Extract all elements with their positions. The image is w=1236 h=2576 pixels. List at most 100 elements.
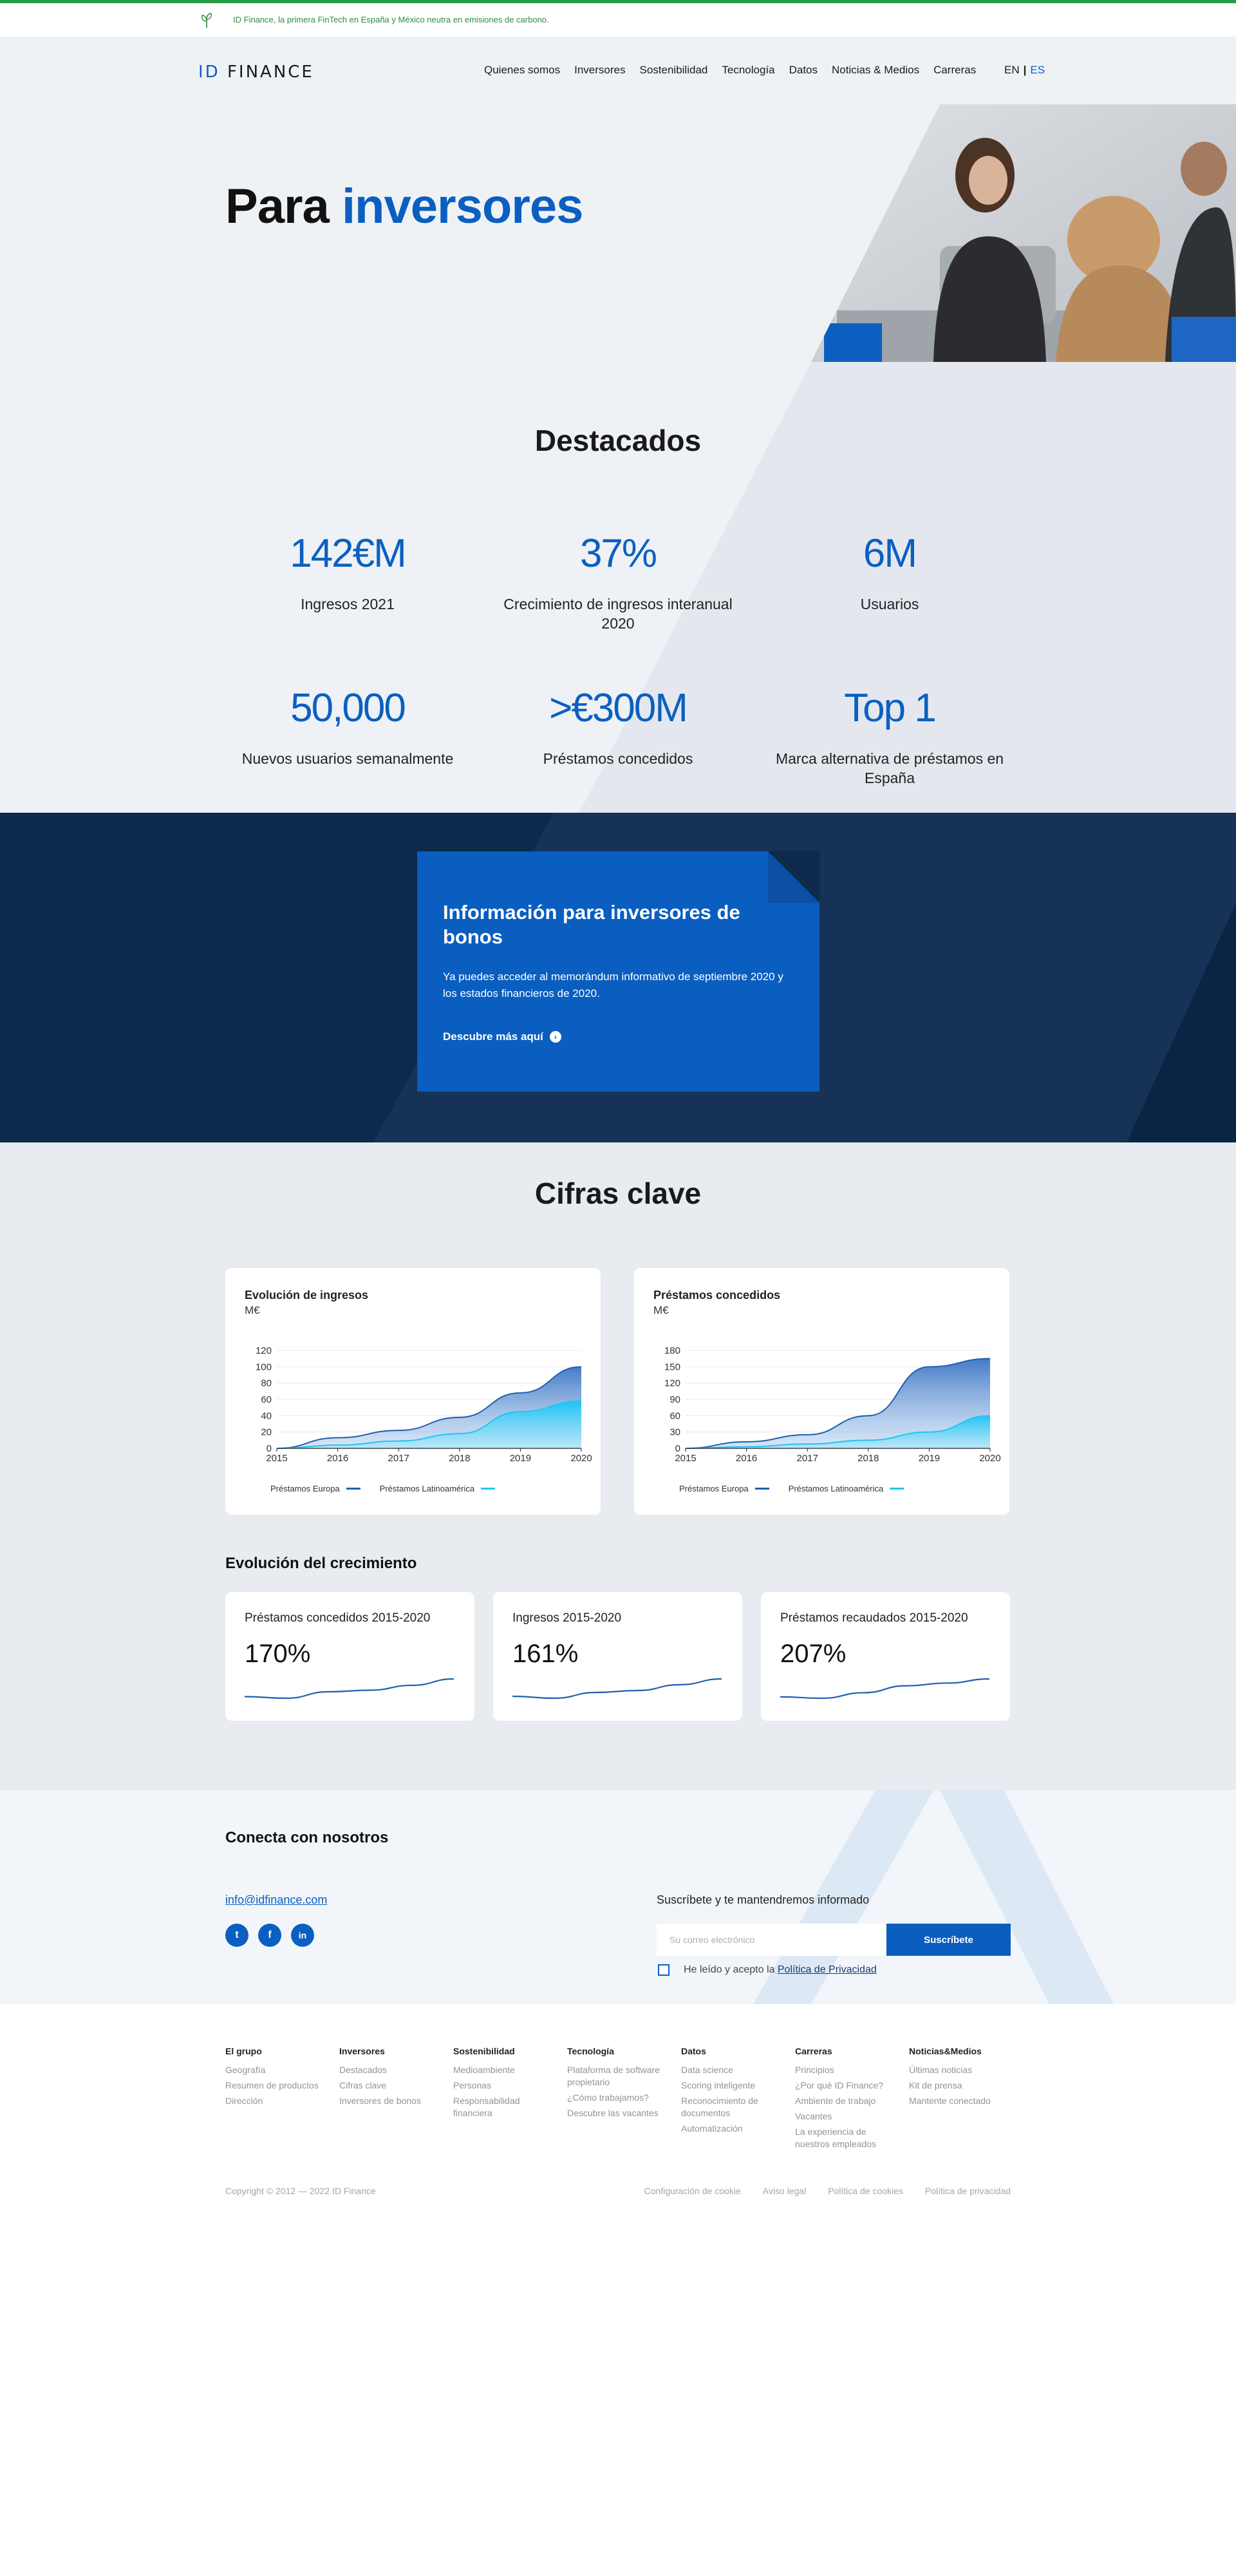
footer-link[interactable]: Principios: [795, 2064, 898, 2076]
facebook-icon[interactable]: f: [258, 1924, 281, 1947]
footer-column-heading[interactable]: Tecnología: [567, 2046, 670, 2056]
lang-es[interactable]: ES: [1030, 64, 1045, 76]
x-tick-label: 2020: [570, 1453, 592, 1464]
x-tick-label: 2018: [857, 1453, 879, 1464]
footer-link[interactable]: Personas: [453, 2079, 556, 2092]
y-tick-label: 120: [664, 1378, 680, 1389]
legal-notice-link[interactable]: Aviso legal: [763, 2186, 806, 2196]
footer-link[interactable]: Reconocimiento de documentos: [681, 2095, 784, 2119]
contact-email-link[interactable]: info@idfinance.com: [225, 1893, 327, 1907]
cookie-policy-link[interactable]: Política de cookies: [828, 2186, 903, 2196]
lang-separator: |: [1023, 64, 1027, 76]
footer-column-heading[interactable]: Inversores: [339, 2046, 442, 2056]
x-tick-label: 2015: [675, 1453, 696, 1464]
stat-label: Ingresos 2021: [301, 596, 395, 612]
stat-label: Usuarios: [860, 596, 919, 612]
footer-column: El grupo Geografía Resumen de productos Dir…: [225, 2046, 328, 2110]
footer-link[interactable]: Ambiente de trabajo: [795, 2095, 898, 2107]
footer-link[interactable]: ¿Cómo trabajamos?: [567, 2092, 670, 2104]
footer-column: Noticias&Medios Últimas noticias Kit de pr…: [909, 2046, 1012, 2110]
footer-column-heading[interactable]: Carreras: [795, 2046, 898, 2056]
stat-weekly-users: 50,000 Nuevos usuarios semanalmente: [222, 685, 473, 768]
nav-sostenibilidad[interactable]: Sostenibilidad: [640, 64, 708, 77]
nav-inversores[interactable]: Inversores: [574, 64, 625, 77]
y-tick-label: 180: [664, 1345, 680, 1356]
footer-link[interactable]: Resumen de productos: [225, 2079, 328, 2092]
footer-link[interactable]: Mantente conectado: [909, 2095, 1012, 2107]
twitter-icon[interactable]: t: [225, 1924, 248, 1947]
footer-link[interactable]: Plataforma de software propietario: [567, 2064, 670, 2088]
nav-tecnologia[interactable]: Tecnología: [722, 64, 774, 77]
stat-revenue-growth: 37% Crecimiento de ingresos interanual 2…: [492, 531, 744, 633]
page-title-part1: Para: [225, 179, 330, 234]
legend-latam-label: Préstamos Latinoamérica: [788, 1484, 884, 1493]
stat-top-brand: Top 1 Marca alternativa de préstamos en …: [764, 685, 1015, 788]
footer-link[interactable]: Vacantes: [795, 2110, 898, 2123]
footer-link[interactable]: Últimas noticias: [909, 2064, 1012, 2076]
subscribe-button[interactable]: Suscríbete: [886, 1924, 1011, 1956]
stat-value: Top 1: [844, 686, 937, 730]
chart-legend: Préstamos Europa Préstamos Latinoamérica: [270, 1484, 496, 1493]
footer-link[interactable]: Dirección: [225, 2095, 328, 2107]
footer-link[interactable]: Scoring inteligente: [681, 2079, 784, 2092]
footer-column: Datos Data science Scoring inteligente Reco…: [681, 2046, 784, 2138]
y-tick-label: 80: [261, 1378, 272, 1389]
footer-link[interactable]: Kit de prensa: [909, 2079, 1012, 2092]
growth-sparkline: [780, 1678, 990, 1700]
footer-link[interactable]: Cifras clave: [339, 2079, 442, 2092]
growth-card-revenue: Ingresos 2015-2020 161%: [493, 1592, 742, 1721]
subscribe-email-input[interactable]: [657, 1924, 886, 1956]
highlights-title: Destacados: [534, 424, 702, 457]
footer-link[interactable]: Geografía: [225, 2064, 328, 2076]
discover-more-link[interactable]: Descubre más aquí ›: [443, 1030, 561, 1043]
footer-column-heading[interactable]: Sostenibilidad: [453, 2046, 556, 2056]
footer-link[interactable]: Descubre las vacantes: [567, 2107, 670, 2119]
arrow-right-icon: ›: [549, 1031, 561, 1043]
legend-europe-swatch: [346, 1488, 360, 1490]
connect-section: Conecta con nosotros info@idfinance.com …: [0, 1790, 1236, 2004]
footer-link[interactable]: Responsabilidad financiera: [453, 2095, 556, 2119]
id-finance-logo[interactable]: ID FINANCE: [198, 62, 314, 82]
footer-column: Carreras Principios ¿Por qué ID Finance? Am…: [795, 2046, 898, 2154]
nav-carreras[interactable]: Carreras: [933, 64, 976, 77]
footer-column-heading[interactable]: El grupo: [225, 2046, 328, 2056]
growth-title: Evolución del crecimiento: [225, 1555, 417, 1572]
footer-link[interactable]: Medioambiente: [453, 2064, 556, 2076]
linkedin-icon[interactable]: in: [291, 1924, 314, 1947]
cookie-settings-link[interactable]: Configuración de cookie: [644, 2186, 741, 2196]
y-tick-label: 90: [670, 1394, 680, 1405]
main-nav: Quienes somos Inversores Sostenibilidad …: [484, 64, 976, 77]
footer-link[interactable]: ¿Por qué ID Finance?: [795, 2079, 898, 2092]
eco-banner-text: ID Finance, la primera FinTech en España…: [233, 15, 549, 24]
footer-link[interactable]: Automatización: [681, 2123, 784, 2135]
chart-legend: Préstamos Europa Préstamos Latinoamérica: [679, 1484, 904, 1493]
footer-column-heading[interactable]: Datos: [681, 2046, 784, 2056]
stat-loans-issued: >€300M Préstamos concedidos: [492, 685, 744, 768]
privacy-policy-link[interactable]: Política de Privacidad: [778, 1964, 877, 1975]
footer-link[interactable]: Inversores de bonos: [339, 2095, 442, 2107]
privacy-policy-footer-link[interactable]: Política de privacidad: [925, 2186, 1011, 2196]
connect-title: Conecta con nosotros: [225, 1829, 389, 1846]
y-tick-label: 100: [256, 1361, 272, 1372]
nav-noticias-medios[interactable]: Noticias & Medios: [832, 64, 919, 77]
nav-datos[interactable]: Datos: [789, 64, 818, 77]
nav-quienes-somos[interactable]: Quienes somos: [484, 64, 560, 77]
x-tick-label: 2018: [449, 1453, 470, 1464]
loans-area-chart: 03060901201501802015 2016 2017 2018 2019 2020: [664, 1345, 1001, 1464]
sparkline-path: [780, 1678, 990, 1700]
footer-column-heading[interactable]: Noticias&Medios: [909, 2046, 1012, 2056]
footer-link[interactable]: Destacados: [339, 2064, 442, 2076]
footer-link[interactable]: La experiencia de nuestros empleados: [795, 2126, 898, 2150]
footer-link[interactable]: Data science: [681, 2064, 784, 2076]
legend-europe-swatch: [754, 1488, 769, 1490]
lang-en[interactable]: EN: [1004, 64, 1020, 76]
y-tick-label: 40: [261, 1410, 272, 1421]
footer-column: Sostenibilidad Medioambiente Personas Respo…: [453, 2046, 556, 2123]
privacy-consent-checkbox[interactable]: [658, 1964, 670, 1976]
legend-europe-label: Préstamos Europa: [679, 1484, 749, 1493]
hero-section: ID FINANCE Quienes somos Inversores Sost…: [0, 37, 1236, 362]
growth-sparkline: [244, 1678, 454, 1700]
loans-chart-card: Préstamos concedidos M€ 0 30 60 90 120 150 180…: [634, 1268, 1009, 1515]
leaf-icon: [201, 13, 212, 28]
legend-latam-swatch: [481, 1488, 496, 1490]
